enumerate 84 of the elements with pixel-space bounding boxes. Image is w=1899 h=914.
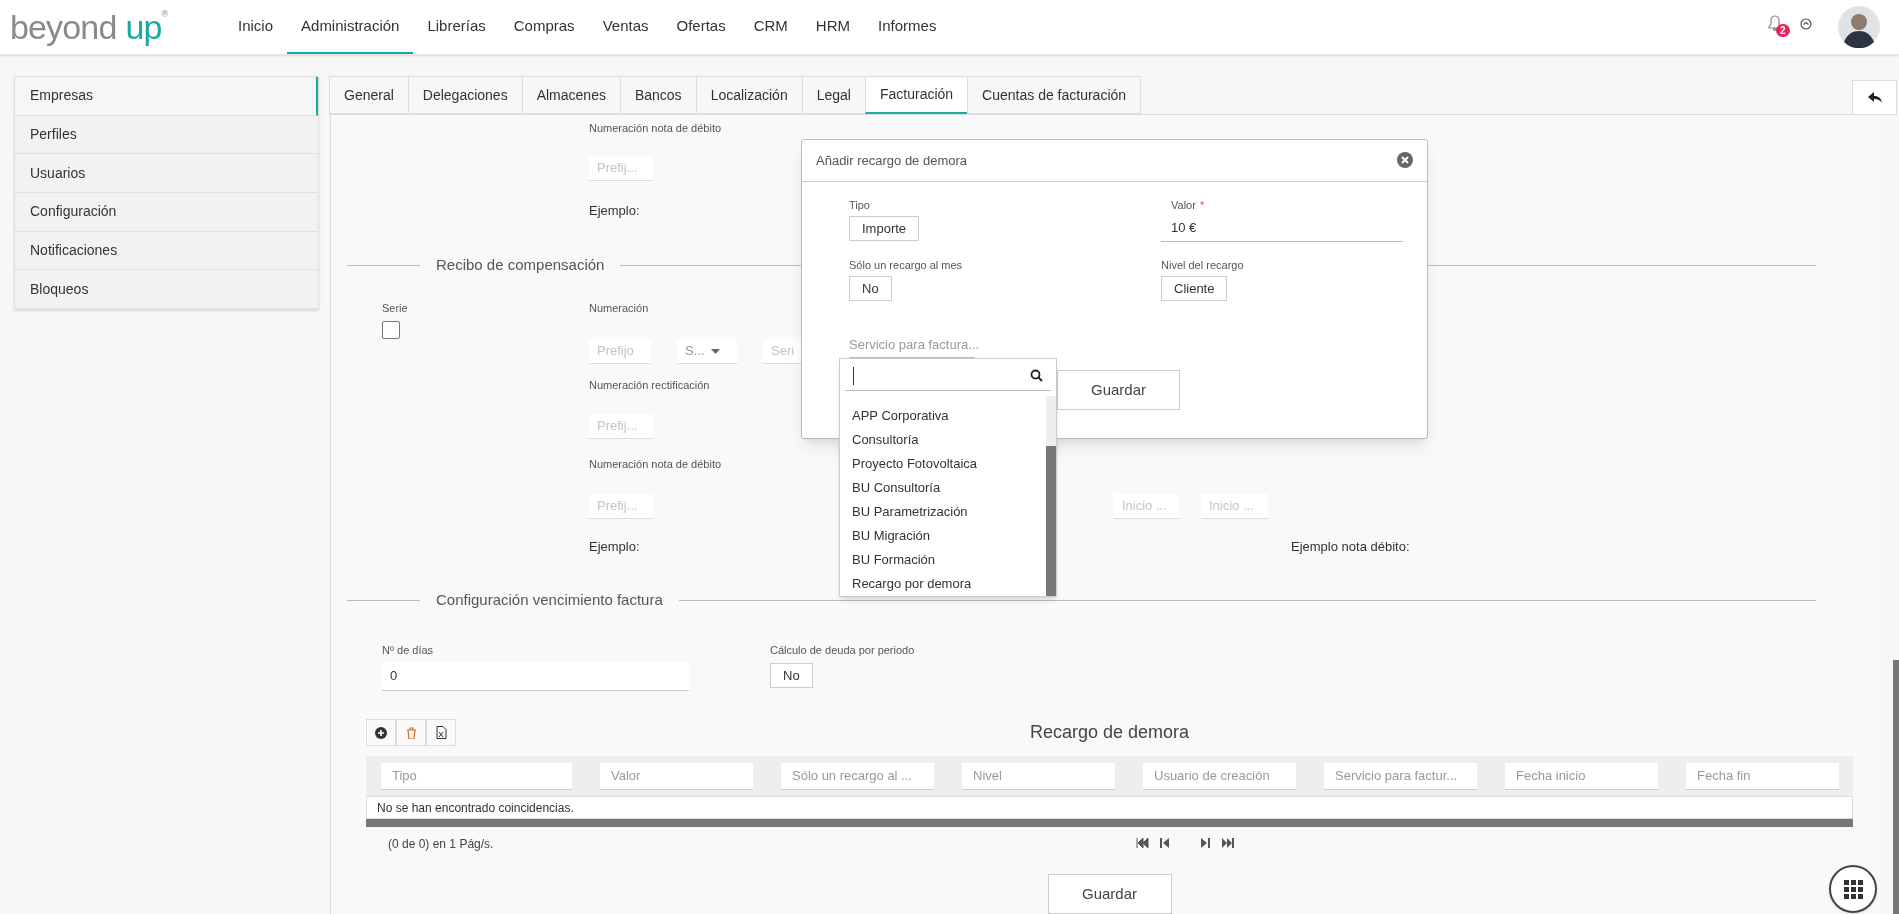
nav-item[interactable]: Compras xyxy=(499,0,589,54)
field-label: Numeración nota de débito xyxy=(589,121,722,135)
tab[interactable]: Almacenes xyxy=(521,76,621,114)
dropdown-option[interactable]: BU Migración xyxy=(840,524,1046,548)
nav-item[interactable]: HRM xyxy=(801,0,865,54)
plus-icon xyxy=(375,726,387,739)
section-title: Configuración vencimiento factura xyxy=(435,591,664,609)
tab[interactable]: Localización xyxy=(695,76,803,114)
bell-icon[interactable] xyxy=(1768,15,1782,31)
nav-item[interactable]: Librerías xyxy=(413,0,500,54)
toggle-button[interactable]: No xyxy=(770,663,813,688)
nav-item[interactable]: Ofertas xyxy=(662,0,740,54)
scrollbar-thumb[interactable] xyxy=(1046,446,1056,596)
example-label: Ejemplo: xyxy=(589,203,640,219)
first-page-icon[interactable] xyxy=(1136,837,1150,849)
last-page-icon[interactable] xyxy=(1220,837,1234,849)
example-label: Ejemplo nota débito: xyxy=(1291,539,1410,555)
checkbox[interactable] xyxy=(382,321,400,339)
toggle-button[interactable]: Importe xyxy=(849,216,920,241)
table-title: Recargo de demora xyxy=(1029,721,1190,744)
spreadsheet-icon xyxy=(435,726,447,739)
text-cursor xyxy=(853,366,854,385)
tab[interactable]: Legal xyxy=(801,76,866,114)
field-label: Cálculo de deuda por periodo xyxy=(770,643,915,657)
dropdown-option[interactable]: BU Formación xyxy=(840,548,1046,572)
field-label: Serie xyxy=(382,301,408,315)
sidebar-item[interactable]: Usuarios xyxy=(15,154,318,193)
input-field[interactable]: 10 € xyxy=(1161,215,1403,242)
input-field[interactable]: 0 xyxy=(382,662,689,691)
field-label: Numeración rectificación xyxy=(589,378,710,392)
tab[interactable]: Delegaciones xyxy=(407,76,523,114)
nav-item[interactable]: Informes xyxy=(864,0,951,54)
nav-item[interactable]: Inicio xyxy=(224,0,288,54)
field-label: Numeración nota de débito xyxy=(589,457,722,471)
nav-item[interactable]: Administración xyxy=(287,0,414,54)
save-button[interactable]: Guardar xyxy=(1047,874,1172,914)
notification-badge: 2 xyxy=(1776,24,1790,37)
caret-icon xyxy=(710,348,720,354)
tab[interactable]: General xyxy=(329,76,409,114)
grid-icon xyxy=(1843,879,1863,899)
sidebar-item[interactable]: Notificaciones xyxy=(15,231,318,271)
search-icon xyxy=(1030,369,1043,382)
dropdown-option[interactable]: BU Parametrización xyxy=(840,500,1046,524)
collapse-icon[interactable] xyxy=(1800,18,1812,30)
save-button[interactable]: Guardar xyxy=(1057,370,1180,410)
sidebar-item[interactable]: Empresas xyxy=(15,77,318,116)
toggle-button[interactable]: No xyxy=(849,276,892,301)
tab[interactable]: Facturación xyxy=(864,76,969,114)
avatar[interactable] xyxy=(1838,6,1880,48)
reply-arrow-icon xyxy=(1867,92,1882,103)
trash-icon xyxy=(405,726,417,739)
toggle-button[interactable]: Cliente xyxy=(1161,276,1228,301)
dropdown-option[interactable]: BU Consultoría xyxy=(840,476,1046,500)
field-label: Valor xyxy=(1171,198,1196,212)
dropdown-option[interactable]: APP Corporativa xyxy=(840,404,1046,428)
sidebar-item[interactable]: Bloqueos xyxy=(15,270,318,310)
back-button[interactable] xyxy=(1852,80,1897,115)
dropdown-option[interactable]: Recargo por demora xyxy=(840,572,1046,596)
field-label: Nivel del recargo xyxy=(1161,258,1244,272)
dropdown-option[interactable]: Consultoría xyxy=(840,428,1046,452)
scrollbar-thumb[interactable] xyxy=(1893,660,1899,914)
pager-text: (0 de 0) en 1 Pág/s. xyxy=(388,836,494,853)
next-page-icon[interactable] xyxy=(1200,837,1210,849)
example-label: Ejemplo: xyxy=(589,539,640,554)
dropdown-option[interactable]: Proyecto Fotovoltaica xyxy=(840,452,1046,476)
logo[interactable]: beyond up® xyxy=(10,7,210,47)
field-label: Tipo xyxy=(849,198,870,212)
field-label: Numeración xyxy=(589,301,649,315)
tab[interactable]: Cuentas de facturación xyxy=(967,76,1142,114)
nav-item[interactable]: Ventas xyxy=(588,0,663,54)
nav-item[interactable]: CRM xyxy=(739,0,802,54)
sidebar-item[interactable]: Perfiles xyxy=(15,115,318,155)
dialog-title: Añadir recargo de demora xyxy=(816,151,968,170)
table-cell: No se han encontrado coincidencias. xyxy=(366,796,1853,819)
field-label: Nº de días xyxy=(382,643,435,657)
tab[interactable]: Bancos xyxy=(619,76,697,114)
add-button[interactable] xyxy=(366,719,396,746)
required-mark: * xyxy=(1199,198,1205,212)
close-icon[interactable] xyxy=(1397,151,1413,168)
sidebar-item[interactable]: Configuración xyxy=(15,193,318,232)
previous-page-icon[interactable] xyxy=(1160,837,1170,849)
section-title: Recibo de compensación xyxy=(435,256,606,274)
export-button[interactable] xyxy=(426,719,456,746)
field-label: Sólo un recargo al mes xyxy=(849,258,963,272)
